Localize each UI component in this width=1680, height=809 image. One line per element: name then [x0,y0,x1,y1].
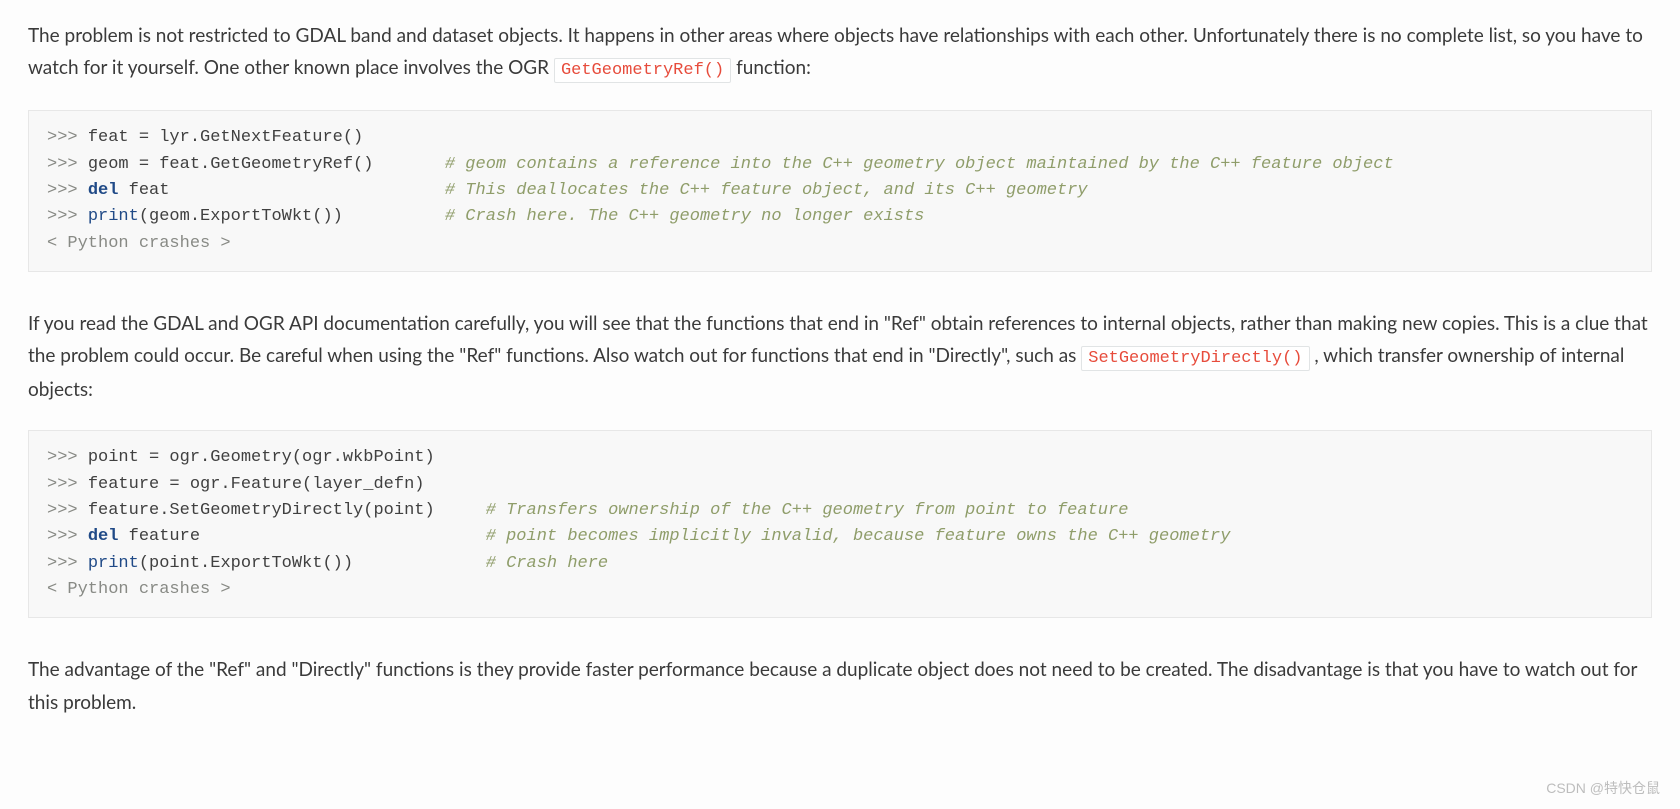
code-comment: # point becomes implicitly invalid, beca… [486,527,1231,546]
pad [343,207,445,226]
code-text: feature [118,527,200,546]
watermark: CSDN @特快仓鼠 [1546,777,1660,801]
code-comment: # geom contains a reference into the C++… [445,155,1394,174]
code-comment: # Crash here [486,554,608,573]
code-text: feature = ogr.Feature(layer_defn) [88,475,425,494]
code-text: feat = lyr.GetNextFeature() [88,128,363,147]
prompt: >>> [47,181,88,200]
code-text: feature.SetGeometryDirectly(point) [88,501,435,520]
code-output: < Python crashes > [47,580,231,599]
code-text: point = ogr.Geometry(ogr.wkbPoint) [88,448,435,467]
prompt: >>> [47,554,88,573]
code-output: < Python crashes > [47,234,231,253]
code-comment: # Crash here. The C++ geometry no longer… [445,207,924,226]
inline-code-setgeometrydirectly: SetGeometryDirectly() [1081,346,1309,371]
prompt: >>> [47,475,88,494]
code-comment: # This deallocates the C++ feature objec… [445,181,1088,200]
code-text: (point.ExportToWkt()) [139,554,353,573]
prompt: >>> [47,155,88,174]
code-text: geom = feat.GetGeometryRef() [88,155,374,174]
code-block-1: >>> feat = lyr.GetNextFeature() >>> geom… [28,110,1652,272]
pad [353,554,486,573]
intro-paragraph-2: If you read the GDAL and OGR API documen… [28,308,1652,406]
pad [200,527,486,546]
intro-paragraph-3: The advantage of the "Ref" and "Directly… [28,654,1652,719]
code-text: feat [118,181,169,200]
builtin-print: print [88,207,139,226]
para1-before: The problem is not restricted to GDAL ba… [28,24,1643,79]
code-text: (geom.ExportToWkt()) [139,207,343,226]
inline-code-getgeometryref: GetGeometryRef() [554,58,731,83]
intro-paragraph-1: The problem is not restricted to GDAL ba… [28,20,1652,86]
pad [435,501,486,520]
prompt: >>> [47,527,88,546]
para1-after: function: [736,56,811,79]
prompt: >>> [47,448,88,467]
prompt: >>> [47,207,88,226]
code-comment: # Transfers ownership of the C++ geometr… [486,501,1129,520]
pad [169,181,444,200]
code-block-2: >>> point = ogr.Geometry(ogr.wkbPoint) >… [28,430,1652,618]
builtin-print: print [88,554,139,573]
keyword-del: del [88,181,119,200]
prompt: >>> [47,501,88,520]
pad [373,155,444,174]
keyword-del: del [88,527,119,546]
prompt: >>> [47,128,88,147]
